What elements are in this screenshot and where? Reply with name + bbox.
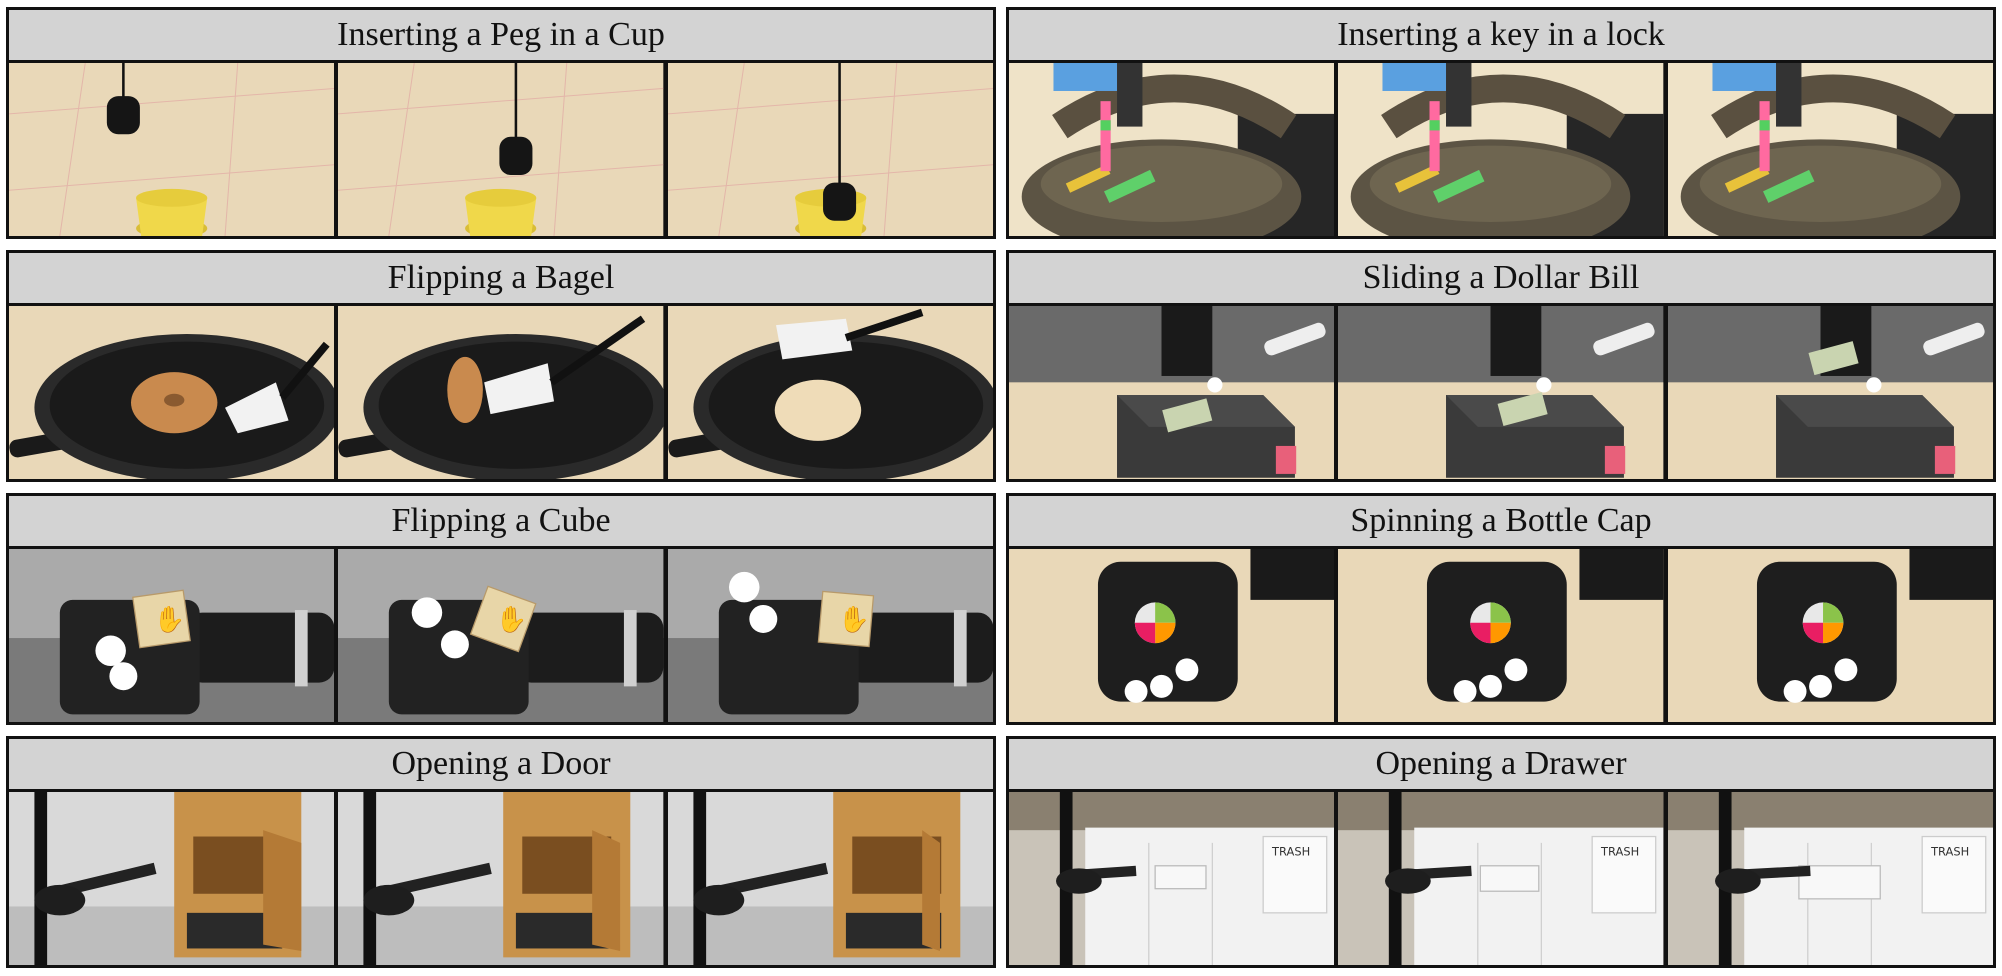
frame-1: TRASH (1009, 792, 1335, 965)
frame-strip (1009, 306, 1993, 479)
frame-2 (1338, 549, 1664, 722)
frame-image: ✋ (667, 549, 993, 722)
svg-text:TRASH: TRASH (1271, 845, 1310, 859)
svg-text:✋: ✋ (838, 604, 870, 634)
svg-text:TRASH: TRASH (1930, 845, 1969, 859)
frame-image (1009, 63, 1335, 236)
frame-image (9, 63, 335, 236)
frame-strip (9, 792, 993, 965)
frame-1: ✋ (9, 549, 335, 722)
panel-title: Flipping a Cube (9, 496, 993, 549)
frame-2 (1338, 63, 1664, 236)
frame-1 (9, 63, 335, 236)
svg-text:✋: ✋ (154, 604, 186, 634)
task-panel-lock: Inserting a key in a lock (1006, 7, 1996, 239)
frame-3: TRASH (1667, 792, 1993, 965)
frame-image (338, 63, 664, 236)
task-panel-drawer: Opening a Drawer TRASH TRASH TRASH (1006, 736, 1996, 968)
frame-image (1667, 63, 1993, 236)
frame-image (667, 63, 993, 236)
frame-2: TRASH (1338, 792, 1664, 965)
frame-1 (9, 306, 335, 479)
panel-title: Inserting a key in a lock (1009, 10, 1993, 63)
frame-image (338, 792, 664, 965)
panel-title: Spinning a Bottle Cap (1009, 496, 1993, 549)
svg-text:✋: ✋ (496, 604, 528, 634)
frame-image: ✋ (9, 549, 335, 722)
frame-image (1667, 306, 1993, 479)
frame-strip: ✋ ✋ ✋ (9, 549, 993, 722)
panel-title: Opening a Door (9, 739, 993, 792)
frame-image: TRASH (1338, 792, 1664, 965)
task-panel-bagel: Flipping a Bagel (6, 250, 996, 482)
frame-2 (338, 306, 664, 479)
task-panel-peg: Inserting a Peg in a Cup (6, 7, 996, 239)
task-panel-door: Opening a Door (6, 736, 996, 968)
frame-image: ✋ (338, 549, 664, 722)
frame-1 (9, 792, 335, 965)
frame-2 (1338, 306, 1664, 479)
svg-text:TRASH: TRASH (1600, 845, 1639, 859)
frame-image (1009, 306, 1335, 479)
frame-image: TRASH (1009, 792, 1335, 965)
frame-3: ✋ (667, 549, 993, 722)
frame-2 (338, 792, 664, 965)
frame-image (667, 792, 993, 965)
frame-image (1009, 549, 1335, 722)
frame-3 (667, 63, 993, 236)
frame-image (667, 306, 993, 479)
frame-image (1338, 63, 1664, 236)
frame-3 (1667, 63, 1993, 236)
frame-strip (1009, 549, 1993, 722)
frame-3 (1667, 306, 1993, 479)
task-panel-dollar: Sliding a Dollar Bill (1006, 250, 1996, 482)
frame-image (9, 792, 335, 965)
frame-2 (338, 63, 664, 236)
frame-1 (1009, 306, 1335, 479)
task-grid: Inserting a Peg in a Cup Inserting a key … (6, 7, 1996, 969)
frame-image (338, 306, 664, 479)
frame-1 (1009, 63, 1335, 236)
frame-image: TRASH (1667, 792, 1993, 965)
panel-title: Inserting a Peg in a Cup (9, 10, 993, 63)
frame-image (9, 306, 335, 479)
frame-3 (1667, 549, 1993, 722)
frame-image (1338, 549, 1664, 722)
frame-1 (1009, 549, 1335, 722)
frame-strip (1009, 63, 1993, 236)
frame-3 (667, 306, 993, 479)
frame-2: ✋ (338, 549, 664, 722)
panel-title: Flipping a Bagel (9, 253, 993, 306)
panel-title: Opening a Drawer (1009, 739, 1993, 792)
frame-strip: TRASH TRASH TRASH (1009, 792, 1993, 965)
frame-strip (9, 306, 993, 479)
frame-image (1667, 549, 1993, 722)
task-panel-cube: Flipping a Cube ✋ ✋ ✋ (6, 493, 996, 725)
frame-image (1338, 306, 1664, 479)
frame-3 (667, 792, 993, 965)
task-panel-cap: Spinning a Bottle Cap (1006, 493, 1996, 725)
panel-title: Sliding a Dollar Bill (1009, 253, 1993, 306)
frame-strip (9, 63, 993, 236)
